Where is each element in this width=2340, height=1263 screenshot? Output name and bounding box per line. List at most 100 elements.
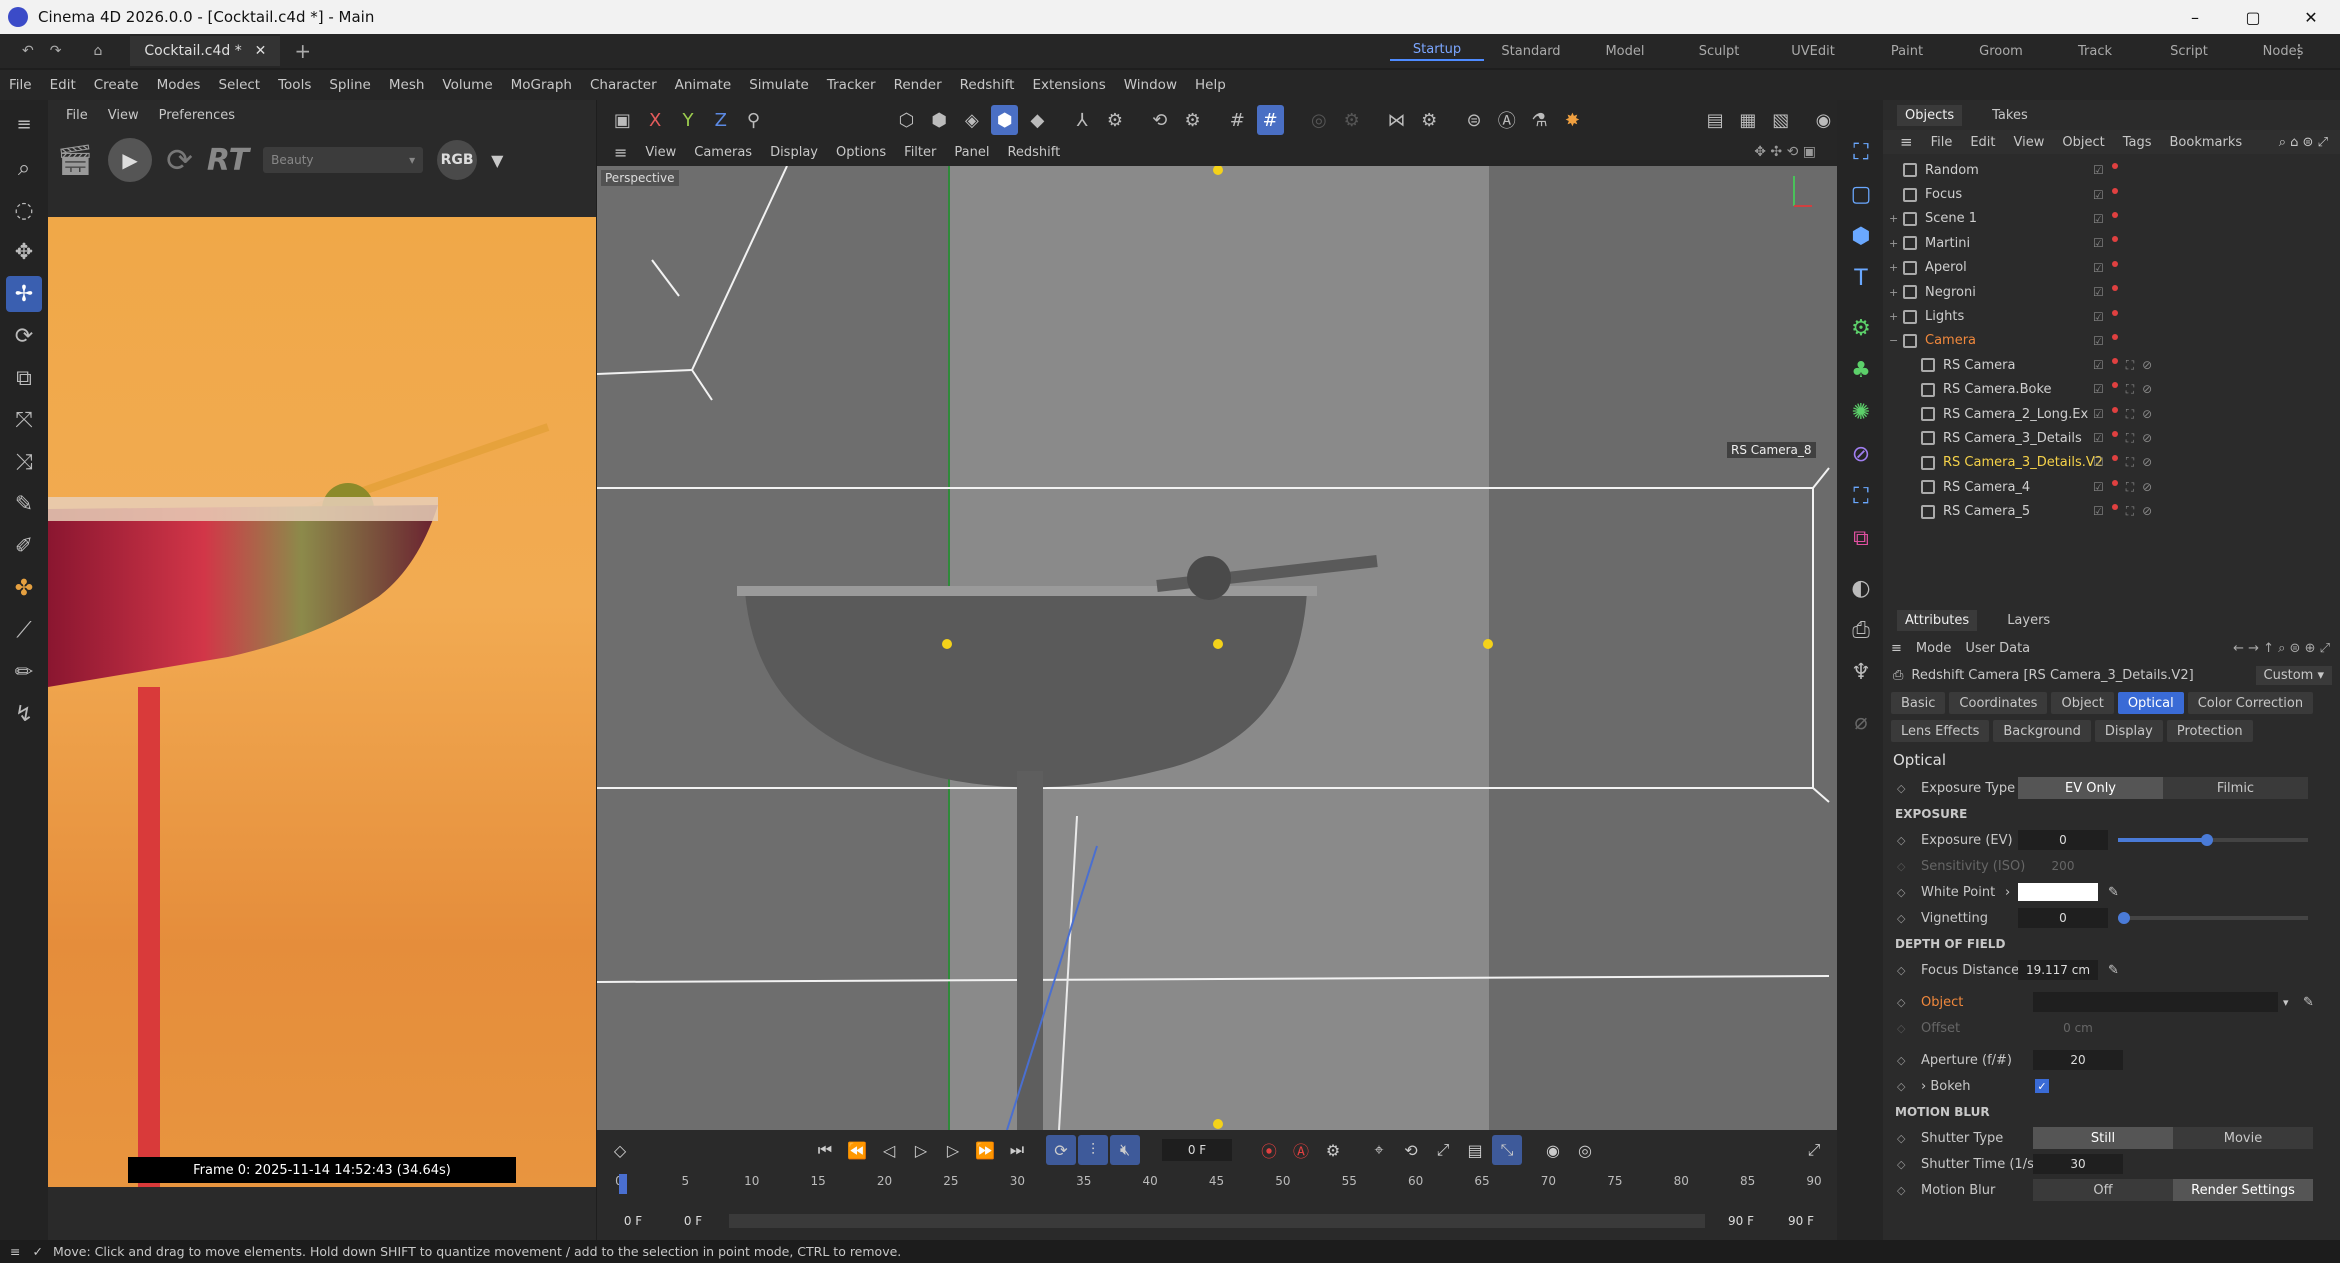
- y-axis-lock[interactable]: Y: [675, 105, 702, 135]
- camera-cube-icon[interactable]: ⛶: [1843, 134, 1879, 170]
- snap-tool-icon[interactable]: ⤨: [6, 444, 42, 480]
- menu-redshift[interactable]: Redshift: [951, 77, 1024, 93]
- brush-icon[interactable]: ⟋: [6, 612, 42, 648]
- key-param-icon[interactable]: ▤: [1460, 1135, 1490, 1165]
- object-row[interactable]: + Aperol ☑: [1883, 256, 2340, 280]
- sculpt-icon[interactable]: ✏: [6, 654, 42, 690]
- eyedropper-icon[interactable]: ✎: [2108, 885, 2119, 900]
- attr-tab-coordinates[interactable]: Coordinates: [1949, 692, 2048, 714]
- rt-toggle[interactable]: RT: [207, 143, 249, 178]
- object-mode-icon[interactable]: ⬢: [991, 105, 1019, 135]
- attributes-hamburger-icon[interactable]: ≡: [1891, 641, 1902, 656]
- gear-icon[interactable]: ⚙: [1102, 105, 1129, 135]
- vignetting-field[interactable]: 0: [2018, 908, 2108, 928]
- record-key-icon[interactable]: ⦿: [1254, 1135, 1284, 1165]
- tab-attributes[interactable]: Attributes: [1897, 609, 1978, 631]
- exposure-ev-slider[interactable]: [2118, 834, 2308, 846]
- object-visibility-tags[interactable]: ☑ ⛶ ⊘: [2093, 382, 2152, 397]
- z-axis-lock[interactable]: Z: [707, 105, 734, 135]
- keyframe-diamond-icon[interactable]: ◇: [1897, 1184, 1905, 1197]
- vp-menu-redshift[interactable]: Redshift: [998, 145, 1069, 160]
- object-visibility-tags[interactable]: ☑: [2093, 211, 2118, 226]
- aperture-field[interactable]: 20: [2033, 1050, 2123, 1070]
- menu-extensions[interactable]: Extensions: [1023, 77, 1114, 93]
- sound-icon[interactable]: ◎: [1570, 1135, 1600, 1165]
- next-frame-icon[interactable]: ▷: [938, 1135, 968, 1165]
- layout-script[interactable]: Script: [2142, 44, 2236, 59]
- points-mode-icon[interactable]: ⬡: [893, 105, 920, 135]
- document-tab[interactable]: Cocktail.c4d * ✕: [130, 36, 281, 66]
- object-row[interactable]: Focus ☑: [1883, 182, 2340, 206]
- expand-toggle-icon[interactable]: +: [1889, 212, 1903, 225]
- minimize-button[interactable]: –: [2166, 8, 2224, 27]
- focus-object-link-field[interactable]: [2033, 992, 2278, 1012]
- bokeh-checkbox[interactable]: ✓: [2035, 1079, 2049, 1093]
- vp-menu-cameras[interactable]: Cameras: [685, 145, 761, 160]
- keyframe-diamond-icon[interactable]: ◇: [1897, 996, 1905, 1009]
- tab-takes[interactable]: Takes: [1992, 108, 2028, 123]
- redshift-icon[interactable]: ◉: [1810, 105, 1837, 135]
- obj-menu-tags[interactable]: Tags: [2114, 135, 2161, 150]
- attr-tab-display[interactable]: Display: [2094, 720, 2163, 742]
- viewport-hamburger-icon[interactable]: ≡: [605, 143, 636, 162]
- menu-window[interactable]: Window: [1115, 77, 1186, 93]
- deformer-icon[interactable]: ⊘: [1843, 436, 1879, 472]
- autokey-icon[interactable]: Ⓐ: [1286, 1135, 1316, 1165]
- pen-tool-icon[interactable]: ✎: [6, 486, 42, 522]
- rv-menu-file[interactable]: File: [56, 108, 98, 123]
- object-row[interactable]: + Lights ☑: [1883, 304, 2340, 328]
- playback-rate-icon[interactable]: ⫶: [1078, 1135, 1108, 1165]
- layout-groom[interactable]: Groom: [1954, 44, 2048, 59]
- rv-menu-preferences[interactable]: Preferences: [149, 108, 245, 123]
- object-visibility-tags[interactable]: ☑: [2093, 260, 2118, 275]
- menu-mograph[interactable]: MoGraph: [502, 77, 581, 93]
- layout-uvedit[interactable]: UVEdit: [1766, 44, 1860, 59]
- object-row[interactable]: + Scene 1 ☑: [1883, 207, 2340, 231]
- model-mode-icon[interactable]: ▣: [609, 105, 636, 135]
- object-row[interactable]: Random ☑: [1883, 158, 2340, 182]
- obj-menu-object[interactable]: Object: [2053, 135, 2113, 150]
- timeline-expand-icon[interactable]: ⤢: [1799, 1135, 1829, 1165]
- exposure-type-ev-only[interactable]: EV Only: [2018, 777, 2163, 799]
- object-visibility-tags[interactable]: ☑ ⛶ ⊘: [2093, 455, 2152, 470]
- key-position-icon[interactable]: ⌖: [1364, 1135, 1394, 1165]
- gear-icon[interactable]: ⚙: [1416, 105, 1443, 135]
- object-visibility-tags[interactable]: ☑ ⛶ ⊘: [2093, 479, 2152, 495]
- menu-file[interactable]: File: [0, 77, 41, 93]
- render-region-icon[interactable]: ▤: [1702, 105, 1729, 135]
- vp-menu-panel[interactable]: Panel: [945, 145, 998, 160]
- keyframe-diamond-icon[interactable]: ◇: [1897, 964, 1905, 977]
- viewport-nav-icons[interactable]: ✥ ✣ ⟲ ▣: [1745, 144, 1825, 160]
- attr-tab-basic[interactable]: Basic: [1891, 692, 1946, 714]
- solo-icon[interactable]: ◎: [1306, 105, 1333, 135]
- object-visibility-tags[interactable]: ☑: [2093, 187, 2118, 202]
- rotate-tool-icon[interactable]: ⟳: [6, 318, 42, 354]
- exposure-type-filmic[interactable]: Filmic: [2163, 777, 2308, 799]
- vp-menu-display[interactable]: Display: [761, 145, 827, 160]
- loop-icon[interactable]: ⟳: [1046, 1135, 1076, 1165]
- object-visibility-tags[interactable]: ☑ ⛶ ⊘: [2093, 430, 2152, 446]
- menu-select[interactable]: Select: [209, 77, 269, 93]
- keyframe-diamond-icon[interactable]: ◇: [1897, 1158, 1905, 1171]
- menu-modes[interactable]: Modes: [148, 77, 210, 93]
- obj-menu-view[interactable]: View: [2005, 135, 2054, 150]
- menu-mesh[interactable]: Mesh: [380, 77, 434, 93]
- chevron-down-icon[interactable]: ▼: [491, 151, 503, 170]
- twist-icon[interactable]: ↯: [6, 696, 42, 732]
- search-icon[interactable]: ⌕: [6, 150, 42, 186]
- attr-tab-optical[interactable]: Optical: [2117, 692, 2184, 714]
- keyframe-diamond-icon[interactable]: ◇: [1897, 1054, 1905, 1067]
- snap-icon[interactable]: ⟲: [1146, 105, 1173, 135]
- rectangle-icon[interactable]: ▢: [1843, 176, 1879, 212]
- expand-toggle-icon[interactable]: +: [1889, 237, 1903, 250]
- range-end-field[interactable]: 90 F: [1771, 1210, 1831, 1232]
- key-scale-icon[interactable]: ⤢: [1428, 1135, 1458, 1165]
- object-visibility-tags[interactable]: ☑: [2093, 309, 2118, 324]
- x-axis-lock[interactable]: X: [642, 105, 669, 135]
- aov-select[interactable]: Beauty ▾: [263, 147, 424, 173]
- preset-dropdown[interactable]: Custom ▾: [2255, 665, 2332, 685]
- preview-end-field[interactable]: 90 F: [1711, 1210, 1771, 1232]
- vignetting-slider[interactable]: [2118, 912, 2308, 924]
- previous-frame-icon[interactable]: ◁: [874, 1135, 904, 1165]
- play-icon[interactable]: ▷: [906, 1135, 936, 1165]
